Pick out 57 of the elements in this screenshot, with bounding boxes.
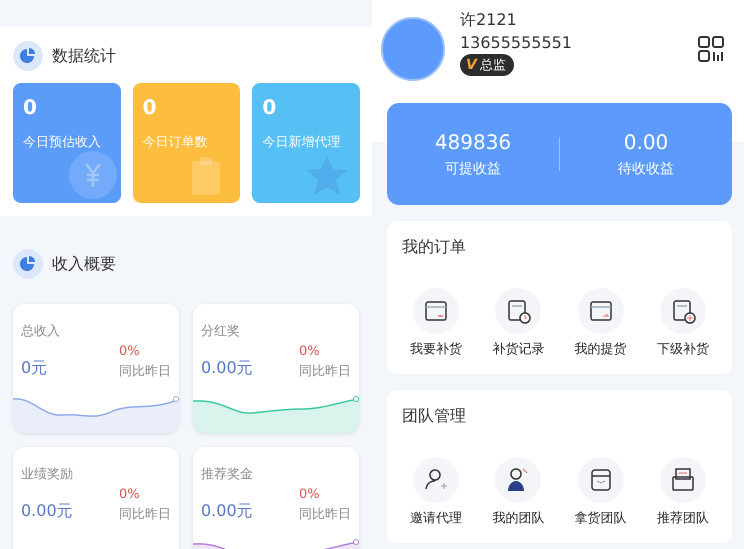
doc-clock-icon[interactable] <box>495 288 542 334</box>
menu-label[interactable]: 拿货团队 <box>574 509 627 527</box>
stat-label: 今日预估收入 <box>23 134 102 151</box>
pie-chart-icon <box>13 249 43 279</box>
earnings-value: 489836 <box>434 130 512 154</box>
menu-label[interactable]: 我要补货 <box>410 340 462 358</box>
income-card[interactable]: 推荐奖金 0.00元 0% 同比昨日 <box>193 447 359 549</box>
section-title: 数据统计 <box>52 46 116 66</box>
stat-label: 今日订单数 <box>142 134 209 151</box>
menu-label[interactable]: 推荐团队 <box>656 509 709 527</box>
level-badge: V 总监 <box>460 54 514 76</box>
income-amount: 0.00元 <box>201 358 253 379</box>
panel-title: 团队管理 <box>402 406 467 427</box>
income-title: 分红奖 <box>201 323 241 340</box>
income-amount: 0.00元 <box>201 501 253 522</box>
compare-label: 同比昨日 <box>299 506 351 523</box>
stat-value: 0 <box>142 95 158 119</box>
earnings-value: 0.00 <box>624 130 668 154</box>
income-title: 总收入 <box>21 323 61 340</box>
income-amount: 0元 <box>21 358 48 379</box>
income-amount: 0.00元 <box>21 501 73 522</box>
section-title: 收入概要 <box>52 254 116 274</box>
menu-label[interactable]: 我的团队 <box>492 509 544 527</box>
earnings-label: 可提收益 <box>445 160 501 178</box>
change-percent: 0% <box>299 344 320 359</box>
income-card[interactable]: 总收入 0元 0% 同比昨日 <box>13 304 179 433</box>
compare-label: 同比昨日 <box>119 506 171 523</box>
menu-label[interactable]: 我的提货 <box>574 340 627 358</box>
doc-plus-icon[interactable] <box>660 288 706 334</box>
income-card[interactable]: 分红奖 0.00元 0% 同比昨日 <box>193 304 359 433</box>
income-title: 推荐奖金 <box>201 466 254 483</box>
qr-code-icon[interactable] <box>698 36 724 62</box>
envelope-icon[interactable] <box>660 457 706 503</box>
user-tie-icon[interactable] <box>495 457 542 503</box>
stat-value: 0 <box>262 95 278 119</box>
phone-number: 13655555551 <box>460 33 573 52</box>
earnings-label: 待收收益 <box>618 160 674 178</box>
income-card[interactable]: 业绩奖励 0.00元 0% 同比昨日 <box>13 447 179 549</box>
menu-label[interactable]: 补货记录 <box>492 340 544 358</box>
clipboard-icon <box>192 157 220 195</box>
box-icon[interactable] <box>578 457 624 503</box>
stat-label: 今日新增代理 <box>262 134 342 151</box>
stat-value: 0 <box>23 95 38 119</box>
user-name: 许2121 <box>460 10 518 31</box>
menu-label[interactable]: 邀请代理 <box>410 509 462 527</box>
user-plus-icon[interactable] <box>413 457 459 503</box>
change-percent: 0% <box>119 344 140 359</box>
card-minus-icon[interactable] <box>413 288 459 334</box>
change-percent: 0% <box>119 487 140 502</box>
change-percent: 0% <box>299 487 320 502</box>
pie-chart-icon <box>13 41 43 71</box>
income-title: 业绩奖励 <box>21 466 74 483</box>
compare-label: 同比昨日 <box>299 363 351 380</box>
panel-title: 我的订单 <box>402 237 467 258</box>
yuan-icon <box>68 151 117 199</box>
compare-label: 同比昨日 <box>119 363 171 380</box>
menu-label[interactable]: 下级补货 <box>656 340 709 358</box>
